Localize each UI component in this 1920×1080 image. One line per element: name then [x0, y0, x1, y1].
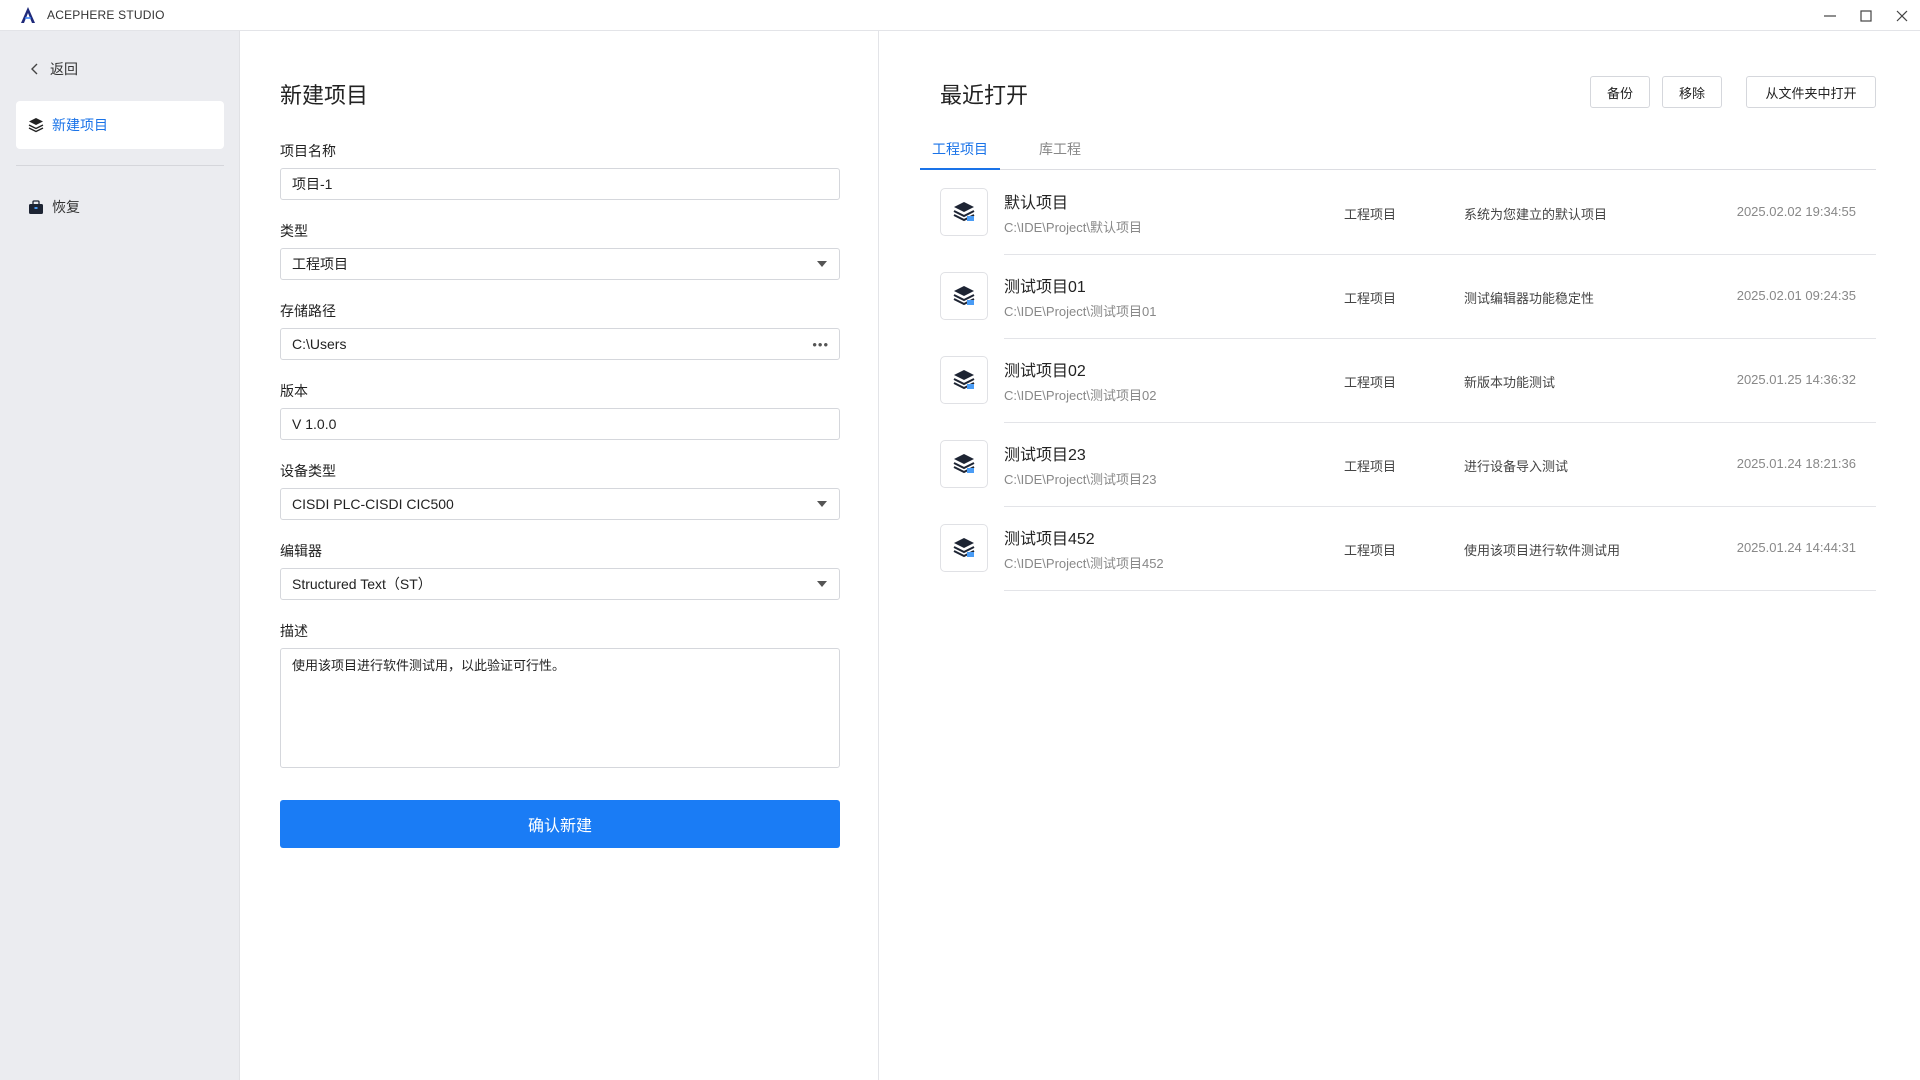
project-row[interactable]: 测试项目02 C:\IDE\Project\测试项目02 工程项目 新版本功能测…: [940, 339, 1876, 423]
browse-button[interactable]: •••: [812, 329, 829, 359]
project-timestamp: 2025.02.01 09:24:35: [1736, 288, 1856, 303]
project-row[interactable]: 测试项目452 C:\IDE\Project\测试项目452 工程项目 使用该项…: [940, 507, 1876, 591]
project-path: C:\IDE\Project\默认项目: [1004, 220, 1142, 235]
project-path: C:\IDE\Project\测试项目23: [1004, 472, 1157, 487]
project-name: 测试项目452: [1004, 531, 1095, 548]
storage-path-value: C:\Users: [292, 336, 347, 352]
device-type-label: 设备类型: [280, 463, 336, 479]
back-button[interactable]: 返回: [28, 59, 78, 79]
project-description: 新版本功能测试: [1464, 375, 1556, 390]
project-description: 进行设备导入测试: [1464, 459, 1569, 474]
maximize-icon: [1860, 9, 1872, 22]
stack-layers-icon: [28, 117, 44, 133]
editor-value: Structured Text（ST）: [292, 576, 432, 592]
chevron-left-icon: [31, 63, 38, 75]
project-timestamp: 2025.01.24 18:21:36: [1736, 456, 1856, 471]
project-description: 系统为您建立的默认项目: [1464, 207, 1608, 222]
project-type: 工程项目: [1344, 459, 1397, 474]
project-path: C:\IDE\Project\测试项目01: [1004, 304, 1157, 319]
project-name-value: 项目-1: [292, 176, 333, 192]
minimize-icon: [1824, 14, 1836, 17]
project-type: 工程项目: [1344, 543, 1397, 558]
description-textarea[interactable]: 使用该项目进行软件测试用，以此验证可行性。: [280, 648, 840, 768]
briefcase-icon: [28, 199, 44, 215]
editor-label: 编辑器: [280, 543, 322, 559]
project-type: 工程项目: [1344, 207, 1397, 222]
tab-library-projects[interactable]: 库工程: [1020, 136, 1100, 170]
caret-down-icon: [815, 489, 829, 519]
remove-button[interactable]: 移除: [1662, 76, 1722, 108]
device-type-select[interactable]: CISDI PLC-CISDI CIC500: [280, 488, 840, 520]
project-name: 默认项目: [1004, 195, 1069, 212]
sidebar-item-label: 新建项目: [52, 117, 108, 133]
project-stack-icon: [940, 440, 988, 488]
sidebar-divider: [16, 165, 224, 166]
recent-title: 最近打开: [940, 83, 1029, 108]
project-description: 测试编辑器功能稳定性: [1464, 291, 1595, 306]
caret-down-icon: [815, 249, 829, 279]
project-type: 工程项目: [1344, 375, 1397, 390]
window-controls: [1812, 0, 1920, 31]
sidebar-item-label: 恢复: [52, 199, 80, 215]
device-type-value: CISDI PLC-CISDI CIC500: [292, 496, 454, 512]
version-value: V 1.0.0: [292, 416, 337, 432]
type-label: 类型: [280, 223, 308, 239]
project-timestamp: 2025.01.25 14:36:32: [1736, 372, 1856, 387]
project-timestamp: 2025.02.02 19:34:55: [1736, 204, 1856, 219]
recent-panel: 最近打开 备份 移除 从文件夹中打开 工程项目 库工程 默认项目 C:\IDE\…: [880, 31, 1920, 1080]
project-path: C:\IDE\Project\测试项目452: [1004, 556, 1164, 571]
version-input[interactable]: V 1.0.0: [280, 408, 840, 440]
confirm-create-button[interactable]: 确认新建: [280, 800, 840, 848]
app-title: ACEPHERE STUDIO: [47, 8, 165, 22]
open-from-folder-button[interactable]: 从文件夹中打开: [1746, 76, 1876, 108]
project-name: 测试项目02: [1004, 363, 1086, 380]
minimize-button[interactable]: [1812, 0, 1848, 31]
app-logo-icon: [17, 4, 39, 26]
project-stack-icon: [940, 272, 988, 320]
maximize-button[interactable]: [1848, 0, 1884, 31]
project-row[interactable]: 测试项目23 C:\IDE\Project\测试项目23 工程项目 进行设备导入…: [940, 423, 1876, 507]
project-description: 使用该项目进行软件测试用: [1464, 543, 1621, 558]
storage-path-input[interactable]: C:\Users •••: [280, 328, 840, 360]
project-stack-icon: [940, 188, 988, 236]
project-timestamp: 2025.01.24 14:44:31: [1736, 540, 1856, 555]
project-type: 工程项目: [1344, 291, 1397, 306]
project-row[interactable]: 测试项目01 C:\IDE\Project\测试项目01 工程项目 测试编辑器功…: [940, 255, 1876, 339]
title-bar: ACEPHERE STUDIO: [0, 0, 1920, 31]
page-title: 新建项目: [280, 83, 369, 108]
close-button[interactable]: [1884, 0, 1920, 31]
project-tabs: 工程项目 库工程: [920, 136, 1876, 170]
project-row[interactable]: 默认项目 C:\IDE\Project\默认项目 工程项目 系统为您建立的默认项…: [940, 171, 1876, 255]
description-label: 描述: [280, 623, 308, 639]
sidebar-item-restore[interactable]: 恢复: [16, 183, 224, 231]
editor-select[interactable]: Structured Text（ST）: [280, 568, 840, 600]
project-stack-icon: [940, 524, 988, 572]
tab-engineering-projects[interactable]: 工程项目: [920, 136, 1000, 170]
backup-button[interactable]: 备份: [1590, 76, 1650, 108]
sidebar: 返回 新建项目 恢复: [0, 31, 240, 1080]
description-value: 使用该项目进行软件测试用，以此验证可行性。: [292, 658, 566, 673]
storage-path-label: 存储路径: [280, 303, 336, 319]
version-label: 版本: [280, 383, 308, 399]
back-label: 返回: [50, 61, 78, 77]
project-stack-icon: [940, 356, 988, 404]
close-icon: [1896, 10, 1908, 21]
project-name-label: 项目名称: [280, 143, 336, 159]
project-name-input[interactable]: 项目-1: [280, 168, 840, 200]
type-value: 工程项目: [292, 256, 348, 272]
new-project-panel: 新建项目 项目名称 项目-1 类型 工程项目 存储路径 C:\Users •••…: [241, 31, 879, 1080]
project-name: 测试项目01: [1004, 279, 1086, 296]
sidebar-item-new-project[interactable]: 新建项目: [16, 101, 224, 149]
type-select[interactable]: 工程项目: [280, 248, 840, 280]
row-divider: [1004, 590, 1876, 591]
project-name: 测试项目23: [1004, 447, 1086, 464]
caret-down-icon: [815, 569, 829, 599]
project-path: C:\IDE\Project\测试项目02: [1004, 388, 1157, 403]
